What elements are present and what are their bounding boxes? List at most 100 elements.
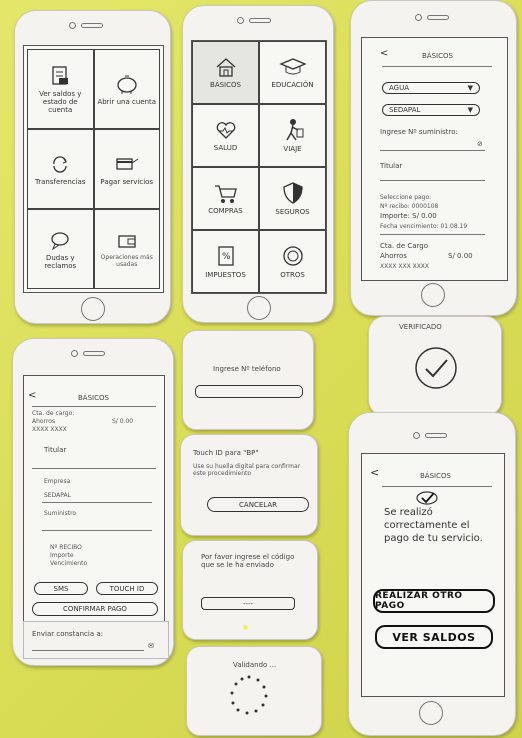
card-validando: Validando ... (186, 646, 322, 736)
suministro-input[interactable] (380, 150, 485, 151)
traveler-icon (285, 119, 303, 141)
category-otros[interactable]: OTROS (259, 230, 326, 293)
phone-screen: < BÁSICOS Cta. de cargo: Ahorros S/ 0.00… (23, 375, 165, 657)
phone-screen: < BÁSICOS AGUA ▼ SEDAPAL ▼ Ingrese Nº su… (361, 37, 508, 281)
menu-item-label: Ver saldos y estado de cuenta (39, 89, 82, 114)
cuenta-number: XXXX XXXX (32, 426, 67, 433)
title-divider (382, 66, 492, 67)
email-strip: Enviar constancia a: ✉ (23, 621, 169, 659)
camera-dot (415, 14, 422, 21)
empresa-label: Empresa (44, 478, 71, 485)
menu-item-saldos[interactable]: Ver saldos y estado de cuenta (27, 49, 94, 129)
screen-title: BÁSICOS (420, 472, 451, 480)
phone-pago-exitoso: < BÁSICOS Se realizó correctamente el pa… (348, 412, 516, 736)
menu-item-dudas[interactable]: Dudas y reclamos (27, 209, 94, 289)
recibo-label: Seleccione pago: (380, 194, 432, 201)
menu-item-label: Transferencias (35, 177, 86, 186)
category-salud[interactable]: SALUD (192, 104, 259, 167)
email-label: Enviar constancia a: (32, 630, 103, 638)
menu-item-transferencias[interactable]: Transferencias (27, 129, 94, 209)
cuenta-name: Ahorros (380, 252, 407, 260)
mail-icon[interactable]: ✉ (148, 642, 154, 650)
codigo-input[interactable]: ---- (201, 597, 295, 610)
select-empresa[interactable]: SEDAPAL ▼ (382, 104, 480, 116)
home-button[interactable] (419, 701, 443, 725)
house-icon (216, 58, 235, 77)
telefono-input[interactable] (195, 385, 303, 398)
home-button[interactable] (247, 296, 271, 320)
email-input[interactable] (32, 650, 144, 651)
category-label: COMPRAS (208, 207, 243, 215)
category-label: BÁSICOS (210, 81, 241, 89)
home-button[interactable] (81, 297, 105, 321)
piggy-bank-icon (117, 75, 137, 94)
realizar-otro-pago-button[interactable]: REALIZAR OTRO PAGO (373, 589, 495, 613)
card-payment-icon (116, 157, 139, 170)
svg-text:%: % (222, 252, 231, 262)
title-divider (382, 486, 492, 487)
menu-item-pagar-servicios[interactable]: Pagar servicios (93, 129, 160, 209)
card-verificado: VERIFICADO (368, 316, 502, 416)
category-label: EDUCACIÓN (271, 81, 314, 89)
document-icon (52, 65, 69, 85)
category-viaje[interactable]: VIAJE (259, 104, 326, 167)
chat-bubble-icon (51, 231, 69, 250)
suministro-divider (42, 530, 152, 531)
home-button[interactable] (421, 283, 445, 307)
category-basicos[interactable]: BÁSICOS (192, 41, 259, 104)
card-title: Touch ID para "BP" (193, 449, 259, 457)
menu-item-label: Dudas y reclamos (44, 253, 77, 270)
screen-title: BÁSICOS (78, 394, 109, 402)
sms-button[interactable]: SMS (34, 582, 88, 595)
category-seguros[interactable]: SEGUROS (259, 167, 326, 230)
cuenta-label: Cta. de cargo: (32, 410, 75, 417)
cancelar-button[interactable]: CANCELAR (207, 497, 309, 512)
phone-screen: Ver saldos y estado de cuenta Abrir una … (23, 45, 164, 293)
category-educacion[interactable]: EDUCACIÓN (259, 41, 326, 104)
menu-item-operaciones[interactable]: Operaciones más usadas (93, 209, 160, 289)
card-ingrese-telefono: Ingrese Nº teléfono (182, 330, 314, 430)
titular-label: Titular (44, 446, 67, 454)
wallet-icon (118, 234, 136, 248)
select-servicio[interactable]: AGUA ▼ (382, 82, 480, 94)
card-title: Ingrese Nº teléfono (213, 365, 281, 373)
main-menu-grid: Ver saldos y estado de cuenta Abrir una … (27, 49, 160, 289)
vencimiento-label: Vencimiento (50, 560, 88, 567)
loading-spinner-icon (230, 675, 268, 715)
menu-item-abrir-cuenta[interactable]: Abrir una cuenta (93, 49, 160, 129)
camera-dot (237, 17, 244, 24)
importe-label: Importe (50, 552, 74, 559)
card-body: Use su huella digital para confirmar est… (193, 463, 301, 477)
speaker-slot (83, 351, 105, 356)
category-label: SEGUROS (275, 208, 310, 216)
vencimiento-value: Fecha vencimiento: 01.08.19 (380, 223, 468, 230)
success-message: Se realizó correctamente el pago de tu s… (384, 507, 483, 544)
menu-item-label: Operaciones más usadas (100, 253, 153, 268)
graduation-cap-icon (278, 58, 307, 75)
importe-value: Importe: S/ 0.00 (380, 212, 437, 220)
speaker-slot (249, 18, 271, 23)
search-icon[interactable]: ⊘ (477, 140, 483, 148)
touch-id-button[interactable]: TOUCH ID (96, 582, 158, 595)
category-impuestos[interactable]: % IMPUESTOS (192, 230, 259, 293)
ver-saldos-button[interactable]: VER SALDOS (375, 625, 493, 649)
confirmar-pago-button[interactable]: CONFIRMAR PAGO (32, 602, 158, 616)
category-label: OTROS (280, 271, 305, 279)
titular-label: Titular (380, 162, 403, 170)
suministro-label: Suministro (44, 510, 77, 517)
category-label: SALUD (213, 144, 238, 152)
category-compras[interactable]: COMPRAS (192, 167, 259, 230)
phone-pago-form: < BÁSICOS AGUA ▼ SEDAPAL ▼ Ingrese Nº su… (350, 0, 517, 316)
empresa-divider (42, 502, 152, 503)
shield-icon (282, 182, 303, 204)
dropdown-arrow-icon: ▼ (467, 106, 473, 114)
back-arrow[interactable]: < (28, 390, 36, 401)
card-body: Por favor ingrese el código que se le ha… (201, 553, 295, 569)
cuenta-amount: S/ 0.00 (112, 418, 134, 425)
check-circle-icon (415, 347, 457, 389)
back-arrow[interactable]: < (370, 466, 379, 479)
speaker-slot (81, 23, 103, 28)
titular-input[interactable] (380, 180, 485, 181)
camera-dot (69, 22, 76, 29)
back-arrow[interactable]: < (380, 48, 388, 59)
